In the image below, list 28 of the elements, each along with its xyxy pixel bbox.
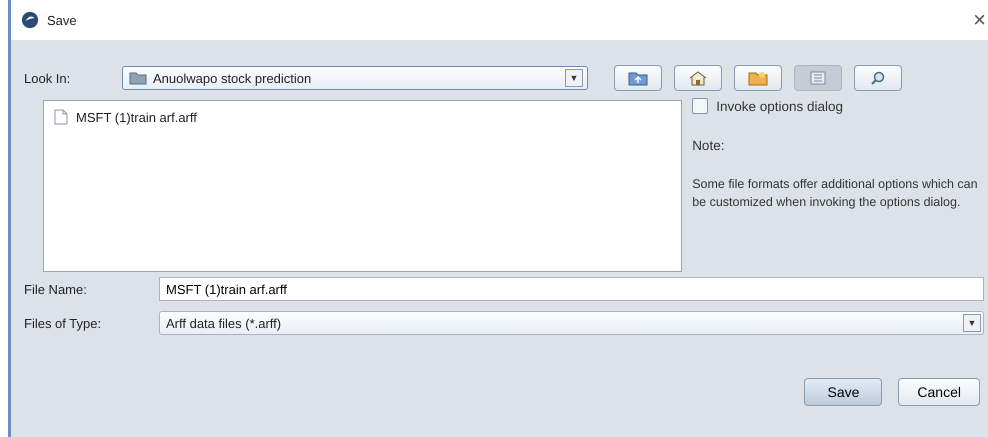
file-type-label: Files of Type: [24,316,102,330]
app-logo-icon [21,11,39,29]
window-title: Save [47,12,77,28]
toolbar-button[interactable] [614,65,662,91]
list-view-icon [808,70,828,86]
toolbar-button[interactable] [794,65,842,91]
folder-icon [129,71,147,85]
close-button[interactable]: × [971,7,988,33]
file-name-field[interactable]: MSFT (1)train arf.arff [159,277,984,301]
toolbar-button[interactable] [734,65,782,91]
file-name-label: File Name: [24,282,88,296]
new-folder-icon [748,70,768,86]
home-icon [688,70,708,86]
cancel-button[interactable]: Cancel [898,378,980,406]
file-type-dropdown[interactable]: Arff data files (*.arff) ▼ [159,311,984,335]
file-item[interactable]: MSFT (1)train arf.arff [52,107,674,127]
note-text: Some file formats offer additional options which can be customized when invoking the options dialog. [692,176,979,211]
document-icon [54,109,68,125]
invoke-options-checkbox[interactable]: Invoke options dialog [692,98,988,114]
toolbar-button[interactable] [854,65,902,91]
look-in-label: Look In: [24,70,72,86]
checkbox-square[interactable] [692,98,708,114]
save-button[interactable]: Save [804,378,882,406]
note-title: Note: [692,138,726,153]
checkbox-label: Invoke options dialog [716,98,844,114]
folder-up-icon [628,70,648,86]
look-in-dropdown[interactable]: Anuolwapo stock prediction ▼ [122,66,588,90]
toolbar-button[interactable] [674,65,722,91]
